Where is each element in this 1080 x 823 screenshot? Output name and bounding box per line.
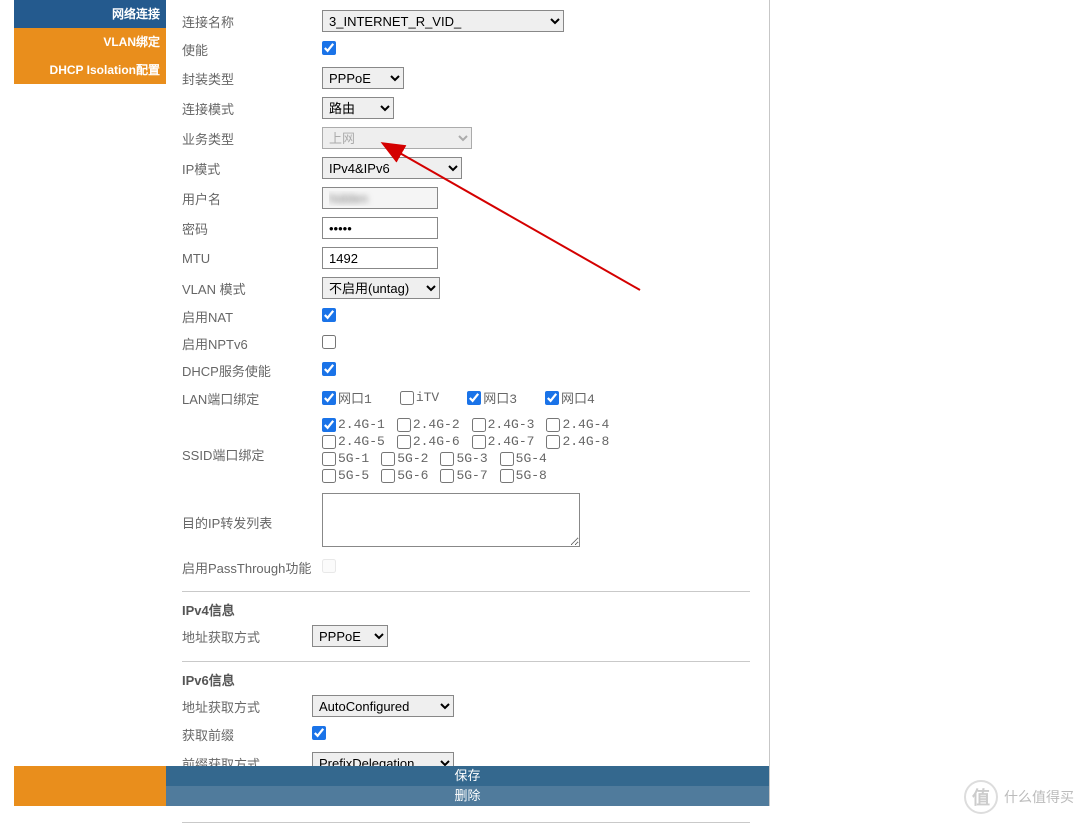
ssid-label: 5G-8 [516, 468, 547, 483]
ip-mode-label: IP模式 [182, 159, 322, 178]
conn-mode-select[interactable]: 路由 [322, 97, 394, 119]
ssid-label: 2.4G-5 [338, 434, 385, 449]
ssid-checkbox[interactable] [381, 452, 395, 466]
ipv6-addr-label: 地址获取方式 [182, 697, 312, 716]
ssid-checkbox[interactable] [322, 452, 336, 466]
enable-checkbox[interactable] [322, 41, 336, 55]
nptv6-label: 启用NPTv6 [182, 334, 322, 353]
lan-port-label: 网口1 [338, 388, 372, 407]
nat-label: 启用NAT [182, 307, 322, 326]
password-input[interactable] [322, 217, 438, 239]
ssid-bind-label: SSID端口绑定 [182, 417, 322, 464]
svc-type-select: 上网 [322, 127, 472, 149]
ssid-label: 5G-6 [397, 468, 428, 483]
dst-ip-label: 目的IP转发列表 [182, 493, 322, 532]
ssid-checkbox[interactable] [500, 452, 514, 466]
ssid-label: 2.4G-7 [488, 434, 535, 449]
dhcp-svc-checkbox[interactable] [322, 362, 336, 376]
ipv6-section-title: IPv6信息 [182, 670, 753, 689]
connection-name-label: 连接名称 [182, 12, 322, 31]
nat-checkbox[interactable] [322, 308, 336, 322]
divider [182, 591, 750, 592]
sidebar: 网络连接 VLAN绑定 DHCP Isolation配置 [14, 0, 166, 84]
ssid-checkbox[interactable] [546, 435, 560, 449]
ipv4-addr-label: 地址获取方式 [182, 627, 312, 646]
ssid-checkbox[interactable] [397, 418, 411, 432]
ssid-label: 2.4G-8 [562, 434, 609, 449]
passthrough-label: 启用PassThrough功能 [182, 558, 322, 577]
username-input[interactable] [322, 187, 438, 209]
enable-label: 使能 [182, 40, 322, 59]
ssid-checkbox[interactable] [472, 418, 486, 432]
ssid-label: 2.4G-6 [413, 434, 460, 449]
prefix-get-label: 获取前缀 [182, 725, 312, 744]
ssid-label: 2.4G-2 [413, 417, 460, 432]
svc-type-label: 业务类型 [182, 129, 322, 148]
lan-port-label: iTV [416, 390, 439, 405]
watermark: 值 什么值得买 [964, 780, 1074, 814]
lan-bind-label: LAN端口绑定 [182, 389, 322, 408]
ssid-checkbox[interactable] [322, 418, 336, 432]
ssid-checkbox[interactable] [500, 469, 514, 483]
ssid-label: 5G-5 [338, 468, 369, 483]
sidebar-item-vlan-bind[interactable]: VLAN绑定 [14, 28, 166, 56]
sidebar-fill [14, 766, 166, 806]
ssid-label: 2.4G-4 [562, 417, 609, 432]
ssid-checkbox[interactable] [322, 469, 336, 483]
vlan-mode-select[interactable]: 不启用(untag) [322, 277, 440, 299]
ip-mode-select[interactable]: IPv4&IPv6 [322, 157, 462, 179]
ssid-label: 5G-2 [397, 451, 428, 466]
dst-ip-textarea[interactable] [322, 493, 580, 547]
lan-port-label: 网口4 [561, 388, 595, 407]
ipv4-section-title: IPv4信息 [182, 600, 753, 619]
prefix-get-checkbox[interactable] [312, 726, 326, 740]
watermark-text: 什么值得买 [1004, 787, 1074, 807]
ipv4-addr-select[interactable]: PPPoE [312, 625, 388, 647]
ssid-label: 5G-1 [338, 451, 369, 466]
nptv6-checkbox[interactable] [322, 335, 336, 349]
lan-port-checkbox[interactable] [400, 391, 414, 405]
sidebar-item-network-conn[interactable]: 网络连接 [14, 0, 166, 28]
ipv6-addr-select[interactable]: AutoConfigured [312, 695, 454, 717]
ssid-label: 2.4G-3 [488, 417, 535, 432]
sidebar-item-dhcp-isolation[interactable]: DHCP Isolation配置 [14, 56, 166, 84]
ssid-checkbox[interactable] [546, 418, 560, 432]
encap-select[interactable]: PPPoE [322, 67, 404, 89]
ssid-checkbox[interactable] [440, 452, 454, 466]
mtu-label: MTU [182, 251, 322, 266]
conn-mode-label: 连接模式 [182, 99, 322, 118]
password-label: 密码 [182, 219, 322, 238]
mtu-input[interactable] [322, 247, 438, 269]
ssid-checkbox[interactable] [381, 469, 395, 483]
ssid-label: 5G-4 [516, 451, 547, 466]
ssid-checkbox[interactable] [322, 435, 336, 449]
lan-port-label: 网口3 [483, 388, 517, 407]
ssid-checkbox[interactable] [472, 435, 486, 449]
divider [182, 661, 750, 662]
ssid-checkbox[interactable] [397, 435, 411, 449]
encap-label: 封装类型 [182, 69, 322, 88]
dhcp-svc-label: DHCP服务使能 [182, 361, 322, 380]
lan-port-checkbox[interactable] [322, 391, 336, 405]
main-panel: 连接名称 3_INTERNET_R_VID_ 使能 封装类型 PPPoE 连接模… [166, 0, 770, 806]
delete-button[interactable]: 删除 [166, 786, 769, 806]
ssid-label: 5G-3 [456, 451, 487, 466]
ssid-label: 5G-7 [456, 468, 487, 483]
connection-name-select[interactable]: 3_INTERNET_R_VID_ [322, 10, 564, 32]
ssid-label: 2.4G-1 [338, 417, 385, 432]
lan-port-checkbox[interactable] [467, 391, 481, 405]
watermark-icon: 值 [964, 780, 998, 814]
ssid-checkbox[interactable] [440, 469, 454, 483]
save-button[interactable]: 保存 [166, 766, 769, 786]
username-label: 用户名 [182, 189, 322, 208]
action-bar: 保存 删除 [166, 766, 770, 806]
passthrough-checkbox [322, 559, 336, 573]
lan-port-checkbox[interactable] [545, 391, 559, 405]
vlan-mode-label: VLAN 模式 [182, 279, 322, 298]
